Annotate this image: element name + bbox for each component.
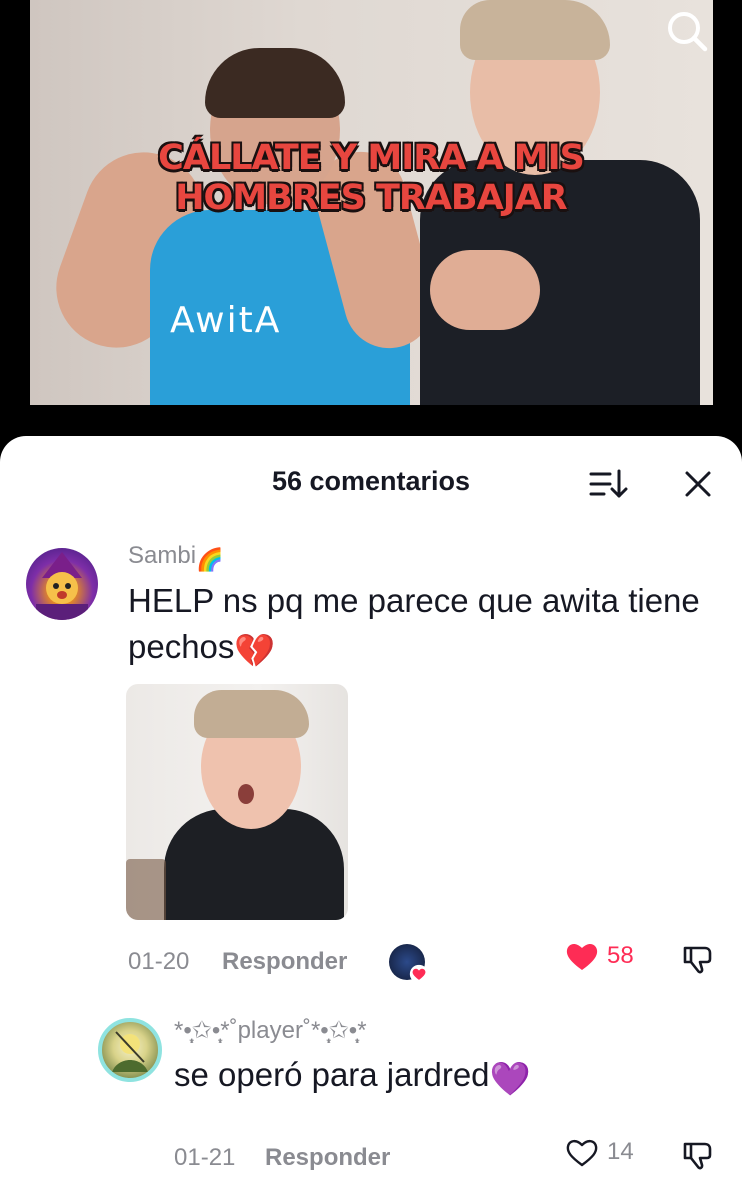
video-caption-line: CÁLLATE Y MIRA A MIS xyxy=(158,138,585,178)
like-count: 58 xyxy=(607,942,634,969)
comment-date: 01-21 xyxy=(174,1144,236,1171)
comment-item: Sambi🌈 HELP ns pq me parece que awita ti… xyxy=(0,540,742,1000)
comment-date: 01-20 xyxy=(128,948,190,975)
dislike-button[interactable] xyxy=(681,1138,715,1172)
heart-icon xyxy=(566,1139,598,1167)
comment-text: HELP ns pq me parece que awita tiene pec… xyxy=(128,582,700,670)
search-icon xyxy=(668,12,708,52)
avatar-image xyxy=(112,1031,148,1072)
avatar[interactable] xyxy=(26,548,98,620)
reply-button[interactable]: Responder xyxy=(222,948,347,976)
comment-username[interactable]: *•̩̩͙✩•̩̩͙*˚player˚*•̩̩͙✩•̩̩͙* xyxy=(174,1016,367,1045)
dislike-icon xyxy=(683,946,712,974)
reply-comment-item: *•̩̩͙✩•̩̩͙*˚player˚*•̩̩͙✩•̩̩͙* se operó … xyxy=(0,1016,742,1196)
close-button[interactable] xyxy=(681,467,715,501)
comment-attached-image[interactable] xyxy=(126,684,348,920)
shirt-logo-text: AwitA xyxy=(170,300,282,341)
video-player[interactable]: AwitA CÁLLATE Y MIRA A MIS HOMBRES TRABA… xyxy=(0,0,742,436)
search-button[interactable] xyxy=(664,8,710,54)
dislike-icon xyxy=(683,1142,712,1170)
close-icon xyxy=(685,471,711,497)
reply-button[interactable]: Responder xyxy=(265,1144,390,1172)
comment-username[interactable]: Sambi🌈 xyxy=(128,542,223,573)
creator-liked-badge xyxy=(389,944,429,984)
sort-icon xyxy=(589,469,628,498)
comments-count-title: 56 comentarios xyxy=(271,466,471,496)
video-caption-line: HOMBRES TRABAJAR xyxy=(175,178,568,219)
comments-sheet: 56 comentarios Sambi🌈 HELP ns pq me pare… xyxy=(0,436,742,1200)
dislike-button[interactable] xyxy=(681,942,715,976)
like-count: 14 xyxy=(607,1138,634,1165)
video-caption: CÁLLATE Y MIRA A MIS HOMBRES TRABAJAR xyxy=(0,138,742,219)
comment-text: se operó para jardred💜 xyxy=(174,1056,531,1097)
heart-icon xyxy=(566,943,598,970)
like-button[interactable]: 14 xyxy=(565,1136,634,1168)
avatar-image xyxy=(36,552,88,620)
like-button[interactable]: 58 xyxy=(565,940,634,972)
avatar[interactable] xyxy=(98,1018,162,1082)
sort-button[interactable] xyxy=(588,466,628,502)
heart-icon xyxy=(409,964,429,984)
